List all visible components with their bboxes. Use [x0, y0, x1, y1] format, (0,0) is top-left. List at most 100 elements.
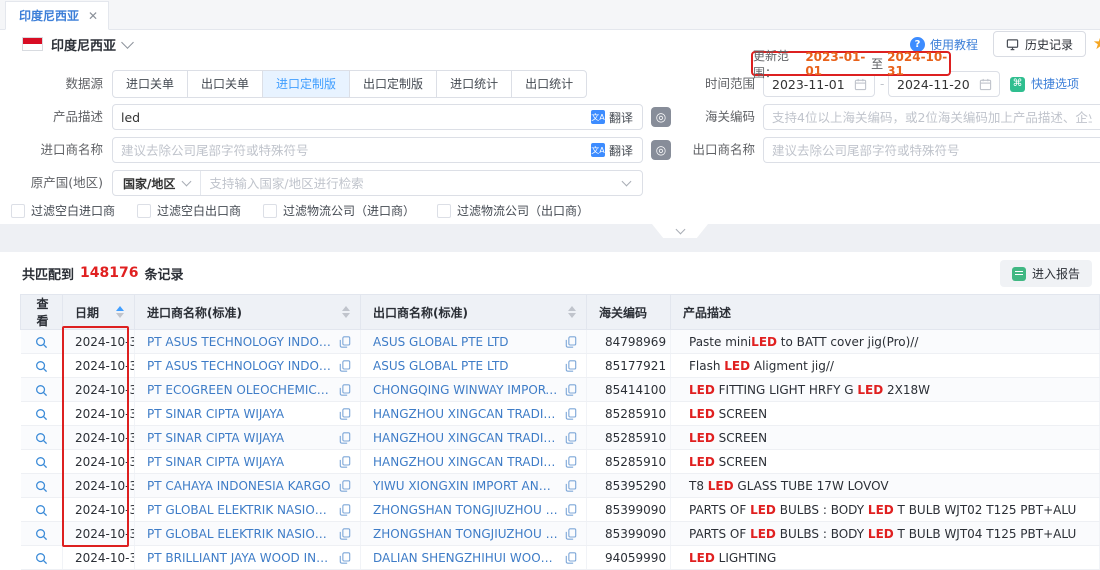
datasource-tab-2[interactable]: 出口关单: [187, 70, 263, 98]
exporter-label: 出口商名称: [652, 137, 755, 163]
copy-icon[interactable]: [565, 384, 577, 396]
copy-icon[interactable]: [339, 480, 351, 492]
copy-icon[interactable]: [339, 456, 351, 468]
exporter-link[interactable]: ZHONGSHAN TONGJIUZHOU INTERNA...: [373, 503, 559, 517]
copy-icon[interactable]: [565, 432, 577, 444]
copy-icon[interactable]: [339, 408, 351, 420]
exporter-input[interactable]: [764, 143, 1100, 158]
datasource-tab-4[interactable]: 出口定制版: [349, 70, 437, 98]
view-magnifier-icon[interactable]: [35, 503, 48, 517]
exporter-link[interactable]: ASUS GLOBAL PTE LTD: [373, 335, 509, 349]
records-table: 查看日期进口商名称(标准)出口商名称(标准)海关编码产品描述 2024-10-3…: [20, 294, 1100, 570]
exporter-link[interactable]: HANGZHOU XINGCAN TRADING CO LTD: [373, 431, 559, 445]
close-icon[interactable]: ✕: [88, 9, 98, 23]
column-header-4[interactable]: 出口商名称(标准): [361, 295, 587, 330]
product-desc-input[interactable]: [113, 110, 582, 125]
importer-link[interactable]: PT SINAR CIPTA WIJAYA: [147, 455, 284, 469]
filter-checkboxes: 过滤空白进口商 过滤空白出口商 过滤物流公司（进口商） 过滤物流公司（出口商）: [11, 202, 589, 219]
datasource-tab-3[interactable]: 进口定制版: [262, 70, 350, 98]
hs-code-input[interactable]: [764, 110, 1100, 125]
origin-search-input[interactable]: [201, 176, 623, 191]
view-magnifier-icon[interactable]: [35, 359, 48, 373]
checkbox-box[interactable]: [11, 204, 25, 218]
translate-button[interactable]: 文A 翻译: [582, 142, 642, 159]
copy-icon[interactable]: [339, 432, 351, 444]
copy-icon[interactable]: [565, 552, 577, 564]
translate-button[interactable]: 文A 翻译: [582, 109, 642, 126]
chevron-down-icon[interactable]: [121, 36, 134, 49]
view-magnifier-icon[interactable]: [35, 335, 48, 349]
description-cell: LED FITTING LIGHT HRFY G LED 2X18W: [671, 378, 1100, 402]
importer-link[interactable]: PT GLOBAL ELEKTRIK NASIONAL: [147, 503, 333, 517]
date-cell: 2024-10-31: [63, 378, 135, 402]
view-magnifier-icon[interactable]: [35, 383, 48, 397]
end-date-input[interactable]: [889, 77, 979, 92]
filter-checkbox-4[interactable]: 过滤物流公司（出口商）: [437, 202, 589, 219]
copy-icon[interactable]: [565, 480, 577, 492]
importer-link[interactable]: PT SINAR CIPTA WIJAYA: [147, 407, 284, 421]
column-header-2[interactable]: 日期: [63, 295, 135, 330]
filter-checkbox-3[interactable]: 过滤物流公司（进口商）: [263, 202, 415, 219]
view-cell: [21, 522, 63, 546]
annotation-box-update-range: 更新范围： 2023-01-01 至 2024-10-31: [751, 51, 951, 76]
enter-report-button[interactable]: 进入报告: [1000, 260, 1092, 287]
copy-icon[interactable]: [565, 528, 577, 540]
filter-checkbox-2[interactable]: 过滤空白出口商: [137, 202, 241, 219]
view-magnifier-icon[interactable]: [35, 431, 48, 445]
copy-icon[interactable]: [339, 360, 351, 372]
view-magnifier-icon[interactable]: [35, 407, 48, 421]
datasource-tab-1[interactable]: 进口关单: [112, 70, 188, 98]
checkbox-box[interactable]: [137, 204, 151, 218]
importer-link[interactable]: PT ASUS TECHNOLOGY INDONESIA BA...: [147, 335, 333, 349]
exporter-link[interactable]: DALIAN SHENGZHIHUI WOOD INDUST...: [373, 551, 559, 565]
copy-icon[interactable]: [339, 552, 351, 564]
sort-carets-icon[interactable]: [116, 306, 124, 318]
history-button[interactable]: 历史记录: [993, 31, 1086, 57]
datasource-tab-5[interactable]: 进口统计: [436, 70, 512, 98]
favorite-star-icon[interactable]: ★: [1093, 34, 1100, 54]
chevron-down-icon[interactable]: [622, 177, 632, 187]
datasource-tab-6[interactable]: 出口统计: [511, 70, 587, 98]
copy-icon[interactable]: [339, 336, 351, 348]
description-cell: LED SCREEN: [671, 402, 1100, 426]
copy-icon[interactable]: [565, 504, 577, 516]
importer-link[interactable]: PT ECOGREEN OLEOCHEMICALS: [147, 383, 333, 397]
importer-link[interactable]: PT GLOBAL ELEKTRIK NASIONAL: [147, 527, 333, 541]
filter-checkbox-1[interactable]: 过滤空白进口商: [11, 202, 115, 219]
collapse-handle[interactable]: [652, 224, 708, 238]
copy-icon[interactable]: [339, 528, 351, 540]
exporter-link[interactable]: HANGZHOU XINGCAN TRADING CO LTD: [373, 455, 559, 469]
view-magnifier-icon[interactable]: [35, 527, 48, 541]
exporter-link[interactable]: ASUS GLOBAL PTE LTD: [373, 359, 509, 373]
exporter-cell: HANGZHOU XINGCAN TRADING CO LTD: [361, 426, 587, 450]
copy-icon[interactable]: [565, 408, 577, 420]
copy-icon[interactable]: [565, 360, 577, 372]
exporter-link[interactable]: ZHONGSHAN TONGJIUZHOU INTERNA...: [373, 527, 559, 541]
origin-type-select[interactable]: 国家/地区: [113, 171, 201, 195]
exporter-link[interactable]: CHONGQING WINWAY IMPORT AND E...: [373, 383, 559, 397]
column-header-3[interactable]: 进口商名称(标准): [135, 295, 361, 330]
sort-carets-icon[interactable]: [342, 306, 350, 318]
sort-carets-icon[interactable]: [568, 306, 576, 318]
importer-link[interactable]: PT CAHAYA INDONESIA KARGO: [147, 479, 331, 493]
description-cell: LED LIGHTING: [671, 546, 1100, 570]
exporter-link[interactable]: YIWU XIONGXIN IMPORT AND EXPORT...: [373, 479, 559, 493]
view-magnifier-icon[interactable]: [35, 479, 48, 493]
hs-code-input-wrap: [763, 104, 1100, 130]
importer-link[interactable]: PT BRILLIANT JAYA WOOD INDUSTRY: [147, 551, 333, 565]
importer-input[interactable]: [113, 143, 582, 158]
exporter-link[interactable]: HANGZHOU XINGCAN TRADING CO LTD: [373, 407, 559, 421]
country-title: 印度尼西亚: [51, 35, 116, 54]
checkbox-box[interactable]: [263, 204, 277, 218]
tab-indonesia[interactable]: 印度尼西亚 ✕: [5, 1, 109, 30]
copy-icon[interactable]: [565, 456, 577, 468]
view-magnifier-icon[interactable]: [35, 551, 48, 565]
copy-icon[interactable]: [565, 336, 577, 348]
quick-options-button[interactable]: ⌘ 快捷选项: [1010, 71, 1079, 97]
copy-icon[interactable]: [339, 504, 351, 516]
importer-link[interactable]: PT ASUS TECHNOLOGY INDONESIA BA...: [147, 359, 333, 373]
importer-link[interactable]: PT SINAR CIPTA WIJAYA: [147, 431, 284, 445]
view-magnifier-icon[interactable]: [35, 455, 48, 469]
copy-icon[interactable]: [339, 384, 351, 396]
checkbox-box[interactable]: [437, 204, 451, 218]
